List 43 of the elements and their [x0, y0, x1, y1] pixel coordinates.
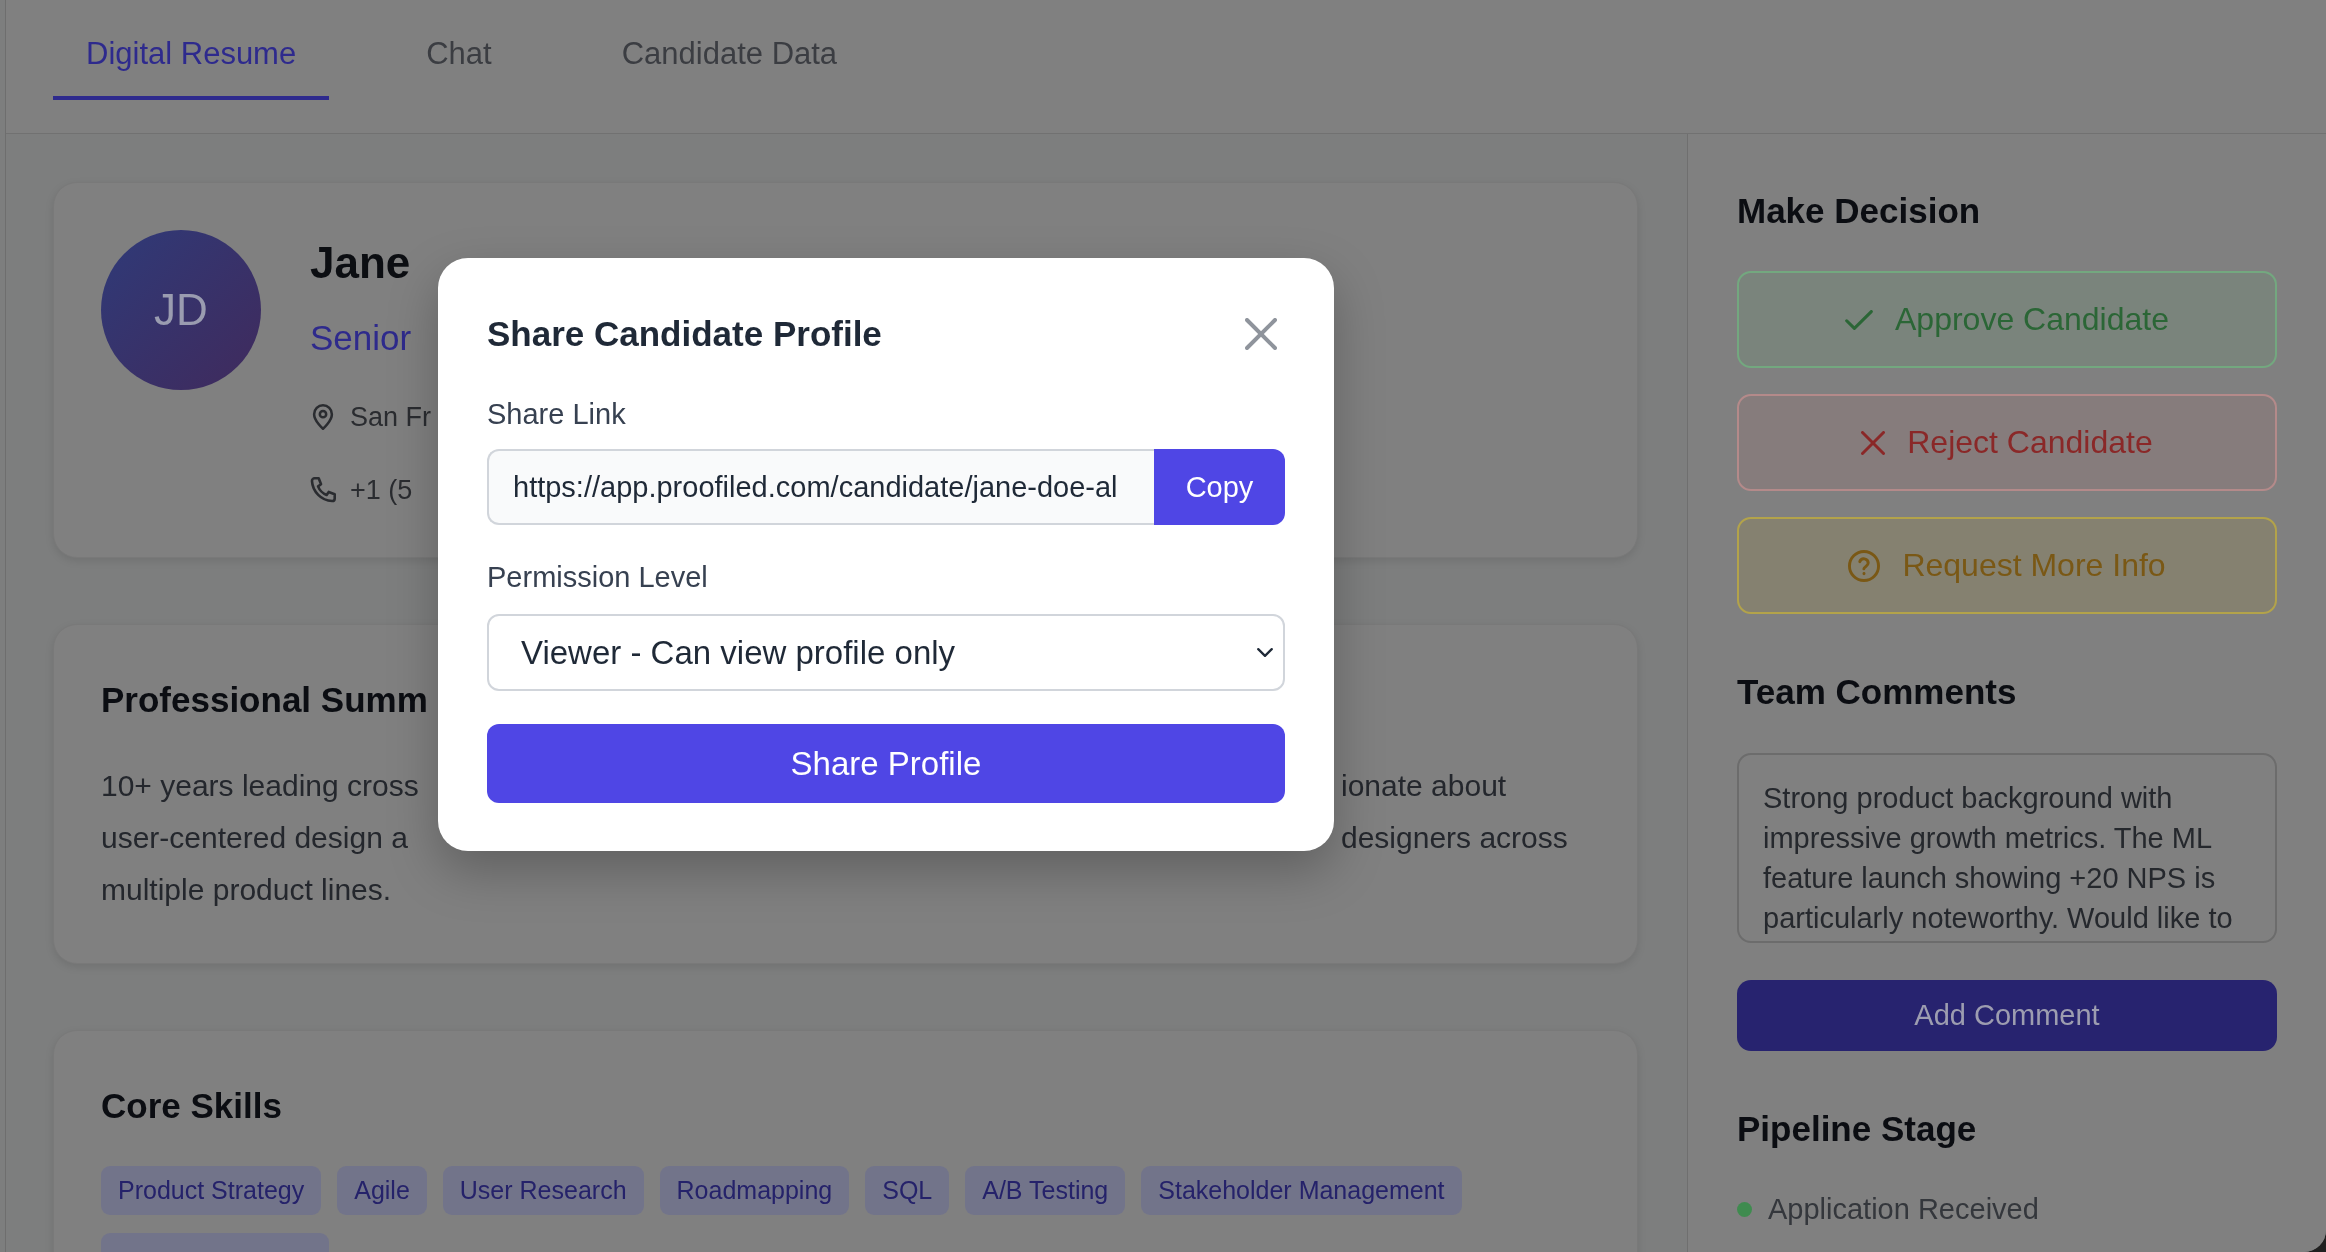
summary-text: 10+ years leading cross	[101, 768, 419, 804]
chevron-down-icon	[1257, 648, 1273, 657]
check-icon	[1845, 309, 1873, 330]
skill-tag: Stakeholder Management	[1141, 1166, 1462, 1215]
comment-field[interactable]: Strong product background with impressive growth metrics. The ML feature launch showing +20 NPS is particularly noteworthy. Would like to	[1737, 753, 2277, 943]
permission-select[interactable]: Viewer - Can view profile only	[487, 614, 1285, 691]
question-circle-icon	[1848, 549, 1881, 582]
skill-tag: Roadmapping	[659, 1166, 850, 1215]
dialog-title: Share Candidate Profile	[487, 313, 882, 355]
section-heading: Pipeline Stage	[1737, 1108, 1977, 1150]
tab[interactable]: Candidate Data	[588, 14, 871, 100]
share-profile-button[interactable]: Share Profile	[487, 724, 1285, 803]
phone-icon	[310, 477, 336, 503]
summary-text: ionate about	[1341, 768, 1507, 804]
skill-tag: SQL	[865, 1166, 950, 1215]
section-heading: Core Skills	[101, 1085, 282, 1127]
summary-text: user-centered design a	[101, 820, 408, 856]
tab[interactable]: Digital Resume	[53, 14, 330, 100]
skill-tag: Agile	[337, 1166, 427, 1215]
section-heading: Team Comments	[1737, 671, 2017, 713]
stage-text: Application Received	[1768, 1192, 2039, 1227]
skill-tag: A/B Testing	[965, 1166, 1126, 1215]
share-link-field[interactable]: https://app.proofiled.com/candidate/jane-doe-al	[487, 449, 1154, 525]
close-icon[interactable]	[1245, 318, 1277, 350]
section-heading: Make Decision	[1737, 190, 1981, 232]
avatar: JD	[101, 230, 261, 390]
skill-tag: Product Strategy	[101, 1166, 322, 1215]
add-comment-button[interactable]: Add Comment	[1737, 980, 2277, 1051]
skill-tag: User Research	[442, 1166, 644, 1215]
location-text: San Fr	[350, 401, 432, 434]
section-heading: Professional Summ	[101, 679, 428, 721]
summary-text: designers across	[1341, 820, 1568, 856]
cross-icon	[1861, 430, 1886, 455]
field-label: Share Link	[487, 397, 626, 432]
phone-text: +1 (5	[350, 474, 413, 507]
field-label: Permission Level	[487, 560, 708, 595]
tab[interactable]: Chat	[393, 14, 525, 100]
summary-text: multiple product lines.	[101, 872, 392, 908]
map-pin-icon	[310, 404, 336, 430]
job-title: Senior	[310, 317, 412, 359]
copy-button[interactable]: Copy	[1154, 449, 1285, 525]
reject-button[interactable]: Reject Candidate	[1737, 394, 2277, 491]
candidate-name: Jane	[310, 237, 411, 289]
